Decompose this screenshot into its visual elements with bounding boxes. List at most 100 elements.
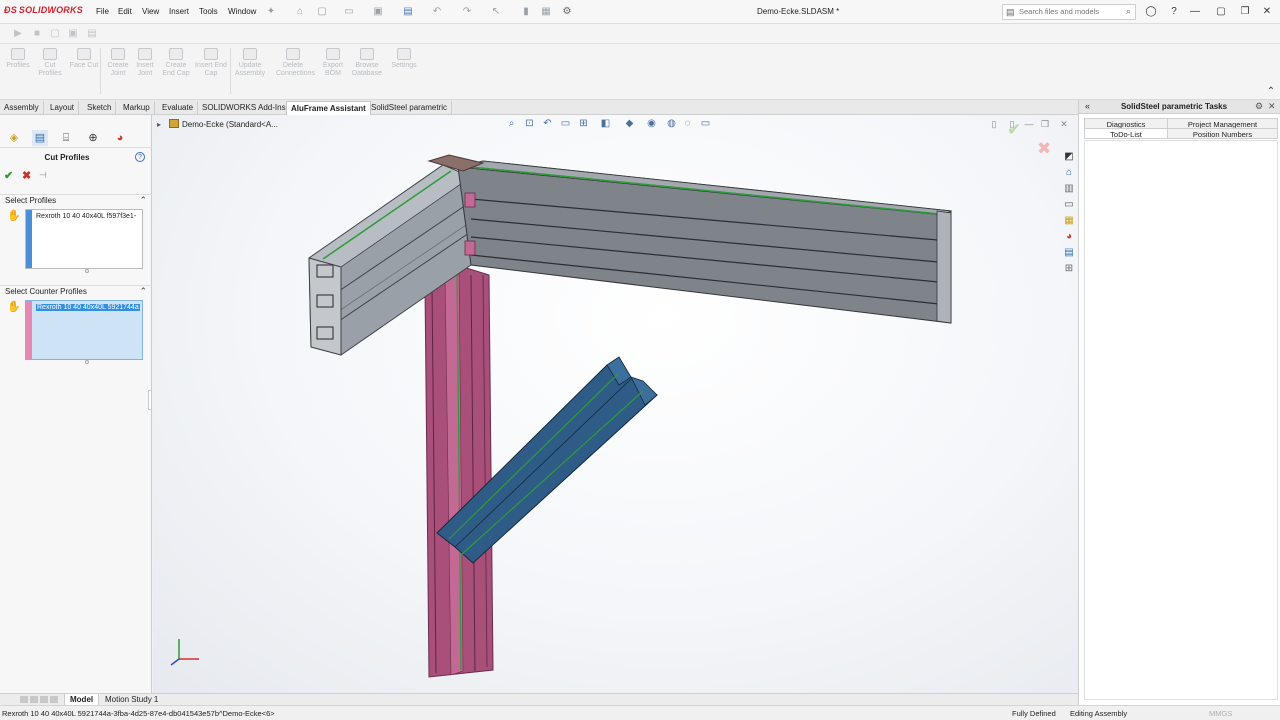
menu-insert[interactable]: Insert	[169, 7, 189, 16]
close-icon[interactable]: ✕	[1268, 101, 1276, 112]
pin-icon[interactable]: ✦	[265, 6, 277, 17]
dimxpert-tab-icon[interactable]: ⊕	[85, 130, 101, 146]
profiles-button[interactable]: Profiles	[1, 48, 35, 96]
prev-tab-arrow[interactable]	[30, 696, 38, 703]
record-icon[interactable]: ▣	[67, 28, 79, 39]
chevron-up-icon[interactable]: ⌃	[139, 195, 147, 206]
tab-assembly[interactable]: Assembly	[0, 101, 44, 115]
tab-layout[interactable]: Layout	[46, 101, 80, 115]
redo-icon[interactable]: ↷	[461, 6, 473, 17]
collapse-ribbon-icon[interactable]: ⌃	[1265, 86, 1277, 97]
configuration-manager-tab-icon[interactable]: ⌸	[58, 130, 74, 146]
tab-evaluate[interactable]: Evaluate	[158, 101, 199, 115]
search-scope-icon[interactable]: ▤	[1006, 7, 1015, 18]
resources-home-icon[interactable]: ⌂	[1062, 166, 1076, 180]
menu-window[interactable]: Window	[228, 7, 256, 16]
select-counter-profiles-section[interactable]: Select Counter Profiles ⌃	[0, 285, 152, 297]
delete-connections-button[interactable]: Delete Connections	[276, 48, 315, 96]
face-cut-button[interactable]: Face Cut	[67, 48, 101, 96]
select-profiles-box[interactable]: Rexroth 10 40 40x40L f597f3e1-	[25, 209, 143, 269]
selection-hand-icon: ✋	[7, 301, 21, 313]
stop-icon[interactable]: ■	[31, 28, 43, 39]
tab-position-numbers[interactable]: Position Numbers	[1167, 128, 1278, 139]
minimize-button[interactable]: —	[1186, 4, 1204, 20]
create-end-cap-icon	[169, 48, 183, 60]
forum-icon[interactable]: ⊞	[1062, 262, 1076, 276]
resize-handle[interactable]	[85, 360, 89, 364]
tab-markup[interactable]: Markup	[119, 101, 155, 115]
user-account-icon[interactable]: ◯	[1142, 4, 1160, 20]
search-icon[interactable]: ⌕	[1126, 6, 1131, 17]
gear-icon[interactable]: ⚙	[1255, 101, 1263, 112]
pushpin-icon[interactable]: ⊣	[39, 170, 47, 181]
first-tab-arrow[interactable]	[20, 696, 28, 703]
solidsteel-tab-icon[interactable]: ◩	[1062, 150, 1076, 164]
appearances-icon[interactable]: ◕	[1062, 230, 1076, 244]
update-assembly-button[interactable]: Update Assembly	[233, 48, 267, 96]
cut-profiles-button[interactable]: Cut Profiles	[33, 48, 67, 96]
tab-sketch[interactable]: Sketch	[83, 101, 117, 115]
select-profiles-label: Select Profiles	[5, 196, 57, 205]
last-tab-arrow[interactable]	[50, 696, 58, 703]
next-tab-arrow[interactable]	[40, 696, 48, 703]
solidworks-logo[interactable]: ƉS SOLIDWORKS	[4, 5, 83, 15]
property-manager-tab-icon[interactable]: ▤	[32, 130, 48, 146]
cancel-x-icon[interactable]: ✖	[22, 169, 31, 182]
help-icon[interactable]: ?	[135, 152, 145, 162]
help-icon[interactable]: ?	[1165, 4, 1183, 20]
new-document-icon[interactable]: ▢	[316, 6, 328, 17]
selected-counter-profile-item[interactable]: Rexroth 10 40 40x40L 5921744a	[36, 304, 140, 311]
design-library-icon[interactable]: ▥	[1062, 182, 1076, 196]
export-bom-button[interactable]: Export BOM	[316, 48, 350, 96]
undo-icon[interactable]: ↶	[431, 6, 443, 17]
status-units[interactable]: MMGS	[1209, 709, 1232, 718]
search-box[interactable]: ▤ ⌕	[1002, 4, 1136, 20]
display-manager-tab-icon[interactable]: ◕	[112, 130, 128, 146]
maximize-button[interactable]: ❐	[1236, 4, 1254, 20]
chevron-up-icon[interactable]: ⌃	[139, 286, 147, 297]
right-horizontal-profile[interactable]	[457, 160, 953, 324]
selection-hand-icon: ✋	[7, 210, 21, 222]
insert-joint-button[interactable]: Insert Joint	[128, 48, 162, 96]
browse-database-button[interactable]: Browse Database	[350, 48, 384, 96]
save-icon[interactable]: ▣	[372, 6, 384, 17]
restore-button[interactable]: ▢	[1212, 4, 1230, 20]
selected-profile-item[interactable]: Rexroth 10 40 40x40L f597f3e1-	[36, 213, 136, 220]
select-profiles-section[interactable]: Select Profiles ⌃	[0, 194, 152, 206]
tab-aluframe-assistant[interactable]: AluFrame Assistant	[286, 101, 371, 115]
home-icon[interactable]: ⌂	[294, 6, 306, 17]
create-end-cap-button[interactable]: Create End Cap	[159, 48, 193, 96]
settings-button[interactable]: Settings	[387, 48, 421, 96]
select-icon[interactable]: ↖	[490, 6, 502, 17]
feature-tree-tab-icon[interactable]: ◈	[6, 130, 22, 146]
ok-check-icon[interactable]: ✔	[4, 169, 13, 182]
tab-solidworks-add-ins[interactable]: SOLIDWORKS Add-Ins	[198, 101, 291, 115]
pane-splitter[interactable]	[148, 390, 152, 410]
model-scene[interactable]	[153, 115, 1078, 693]
print-icon[interactable]: ▤	[402, 6, 414, 17]
search-input[interactable]	[1019, 7, 1119, 16]
menu-tools[interactable]: Tools	[199, 7, 218, 16]
graphics-area[interactable]: ▸ Demo-Ecke (Standard<A... ⌕ ⊡ ↶ ▭ ⊞ ◧ ◆ …	[153, 115, 1078, 693]
options-gear-icon[interactable]: ⚙	[561, 6, 573, 17]
menu-view[interactable]: View	[142, 7, 159, 16]
file-explorer-icon[interactable]: ▭	[1062, 198, 1076, 212]
vertical-profile[interactable]	[424, 264, 494, 678]
tab-solidsteel-parametric[interactable]: SolidSteel parametric	[367, 101, 453, 115]
resize-handle[interactable]	[85, 269, 89, 273]
rebuild-icon[interactable]: ▮	[520, 6, 532, 17]
insert-end-cap-button[interactable]: Insert End Cap	[194, 48, 228, 96]
tab-todo-list[interactable]: ToDo-List	[1084, 128, 1168, 139]
open-folder-icon[interactable]: ▭	[343, 6, 355, 17]
select-counter-profiles-box[interactable]: Rexroth 10 40 40x40L 5921744a	[25, 300, 143, 360]
menu-file[interactable]: File	[96, 7, 109, 16]
custom-properties-icon[interactable]: ▤	[1062, 246, 1076, 260]
play-icon[interactable]: ▶	[12, 28, 24, 39]
macro-icon[interactable]: ▢	[49, 28, 61, 39]
edit-macro-icon[interactable]: ▤	[86, 28, 98, 39]
todo-list-content[interactable]	[1084, 140, 1278, 700]
menu-edit[interactable]: Edit	[118, 7, 132, 16]
close-button[interactable]: ✕	[1258, 4, 1276, 20]
file-properties-icon[interactable]: ▦	[540, 6, 552, 17]
view-palette-icon[interactable]: ▦	[1062, 214, 1076, 228]
